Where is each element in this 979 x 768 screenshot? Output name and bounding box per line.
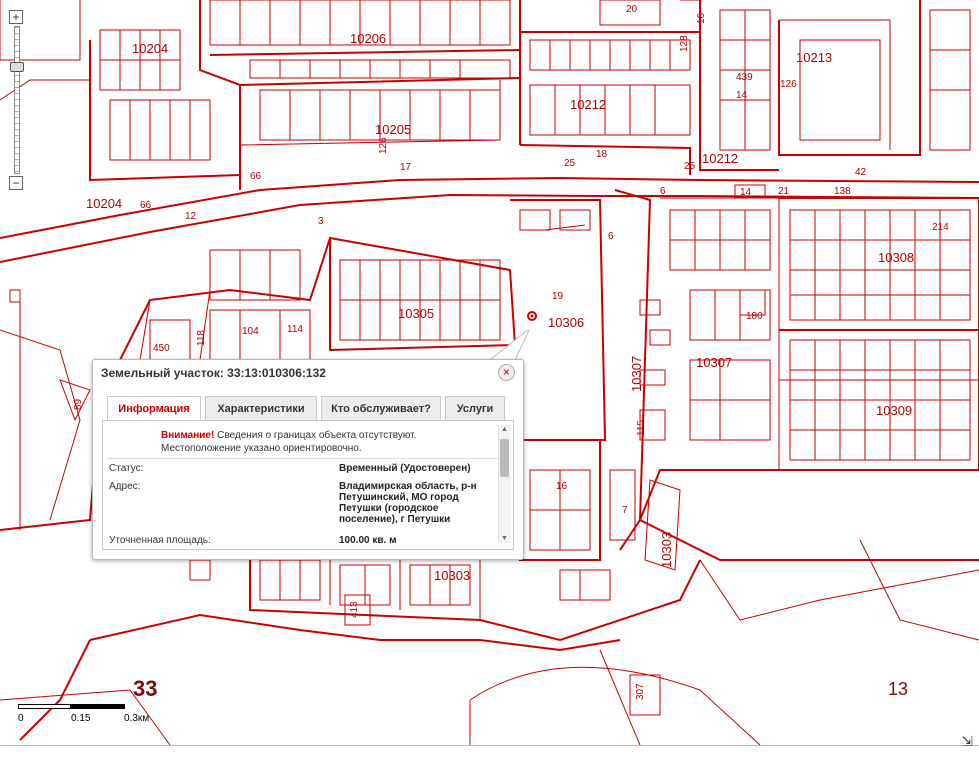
- status-value: Временный (Удостоверен): [339, 463, 471, 474]
- parcel-number: 114: [287, 324, 303, 335]
- parcel-number: 104: [242, 326, 259, 337]
- quarter-label: 10212: [570, 97, 607, 112]
- panel-scrollbar[interactable]: ▲ ▼: [498, 425, 511, 543]
- tab-who-serves[interactable]: Кто обслуживает?: [321, 396, 441, 420]
- parcel-number: 6: [608, 231, 614, 242]
- tab-characteristics[interactable]: Характеристики: [205, 396, 317, 420]
- quarter-label: 10204: [132, 41, 169, 56]
- quarter-label: 10212: [702, 151, 739, 166]
- info-panel[interactable]: Внимание! Сведения о границах объекта от…: [102, 420, 514, 550]
- parcel-number: 118: [196, 330, 207, 346]
- parcel-number: 66: [250, 171, 262, 182]
- zoom-slider-handle[interactable]: [10, 62, 24, 72]
- zoom-out-button[interactable]: −: [9, 176, 23, 190]
- parcel-number: 21: [778, 186, 790, 197]
- parcel-number: 89: [73, 398, 84, 410]
- parcel-number: 307: [635, 683, 646, 700]
- quarter-label: 10303: [659, 531, 674, 568]
- parcel-number: 20: [626, 4, 638, 15]
- district-label: 33: [133, 676, 158, 701]
- quarter-label: 10307: [696, 355, 733, 370]
- quarter-label: 10305: [398, 306, 435, 321]
- parcel-number: 128: [679, 35, 690, 52]
- map-bottom-border: [0, 745, 979, 746]
- warning-label: Внимание!: [161, 430, 215, 441]
- scroll-thumb[interactable]: [500, 439, 509, 477]
- zoom-in-button[interactable]: +: [9, 10, 23, 24]
- parcel-number: 25: [684, 161, 696, 172]
- quarter-label: 10306: [548, 315, 585, 330]
- parcel-info-popup: Земельный участок: 33:13:010306:132 × Ин…: [92, 359, 524, 560]
- zoom-track[interactable]: [14, 26, 20, 174]
- close-icon: ×: [502, 365, 510, 379]
- tab-information[interactable]: Информация: [107, 396, 201, 421]
- district-label: 13: [888, 679, 909, 699]
- address-value: Владимирская область, р-н Петушинский, М…: [339, 481, 477, 525]
- parcel-number: 439: [736, 72, 753, 83]
- parcel-number: 6: [660, 186, 666, 197]
- scroll-up-icon[interactable]: ▲: [500, 425, 509, 434]
- parcel-number: 138: [834, 186, 851, 197]
- parcel-number: 42: [855, 167, 867, 178]
- parcel-number: 17: [400, 162, 412, 173]
- quarter-label: 10205: [375, 122, 412, 137]
- scale-tick: 0.15: [71, 713, 91, 724]
- close-button[interactable]: ×: [498, 364, 515, 381]
- parcel-number: 413: [349, 601, 360, 618]
- parcel-number: 25: [564, 158, 576, 169]
- parcel-number: 126: [378, 137, 389, 154]
- warning-message: Внимание! Сведения о границах объекта от…: [161, 429, 416, 455]
- divider: [107, 458, 505, 459]
- scale-segment: [18, 704, 71, 709]
- parcel-number: 14: [740, 187, 752, 198]
- popup-title: Земельный участок: 33:13:010306:132: [101, 366, 326, 380]
- parcel-number: 16: [696, 12, 707, 24]
- resize-corner-icon[interactable]: ⇲: [961, 733, 973, 750]
- parcel-number: 3: [318, 216, 324, 227]
- parcel-number: 14: [736, 90, 748, 101]
- parcel-number: 18: [596, 149, 608, 160]
- parcel-number: 126: [780, 79, 797, 90]
- scale-tick: 0.3км: [124, 713, 150, 724]
- area-value: 100.00 кв. м: [339, 535, 397, 546]
- scale-tick: 0: [18, 713, 24, 724]
- quarter-label: 10206: [350, 31, 387, 46]
- quarter-label: 10308: [878, 250, 915, 265]
- scale-segment: [71, 704, 125, 709]
- zoom-control[interactable]: + −: [9, 10, 24, 190]
- status-label: Статус:: [109, 463, 144, 474]
- parcel-number: 12: [185, 211, 197, 222]
- address-label: Адрес:: [109, 481, 141, 492]
- warning-text: Сведения о границах объекта отсутствуют.: [214, 430, 417, 441]
- scroll-down-icon[interactable]: ▼: [500, 534, 509, 543]
- parcel-number: 7: [622, 505, 628, 516]
- quarter-label: 10309: [876, 403, 913, 418]
- parcel-number: 16: [556, 481, 568, 492]
- parcel-number: 115: [636, 420, 647, 436]
- warning-text: Местоположение указано ориентировочно.: [161, 443, 362, 454]
- parcel-number: 19: [552, 291, 564, 302]
- quarter-label: 10213: [796, 50, 833, 65]
- parcel-number: 66: [140, 200, 152, 211]
- area-label: Уточненная площадь:: [109, 535, 211, 546]
- parcel-number: 450: [153, 343, 170, 354]
- popup-pointer: [490, 330, 530, 361]
- parcel-number: 214: [932, 222, 949, 233]
- quarter-label: 10303: [434, 568, 471, 583]
- parcel-number: 180: [746, 311, 763, 322]
- quarter-label: 10307: [629, 355, 644, 392]
- quarter-label: 10204: [86, 196, 123, 211]
- tab-services[interactable]: Услуги: [445, 396, 505, 420]
